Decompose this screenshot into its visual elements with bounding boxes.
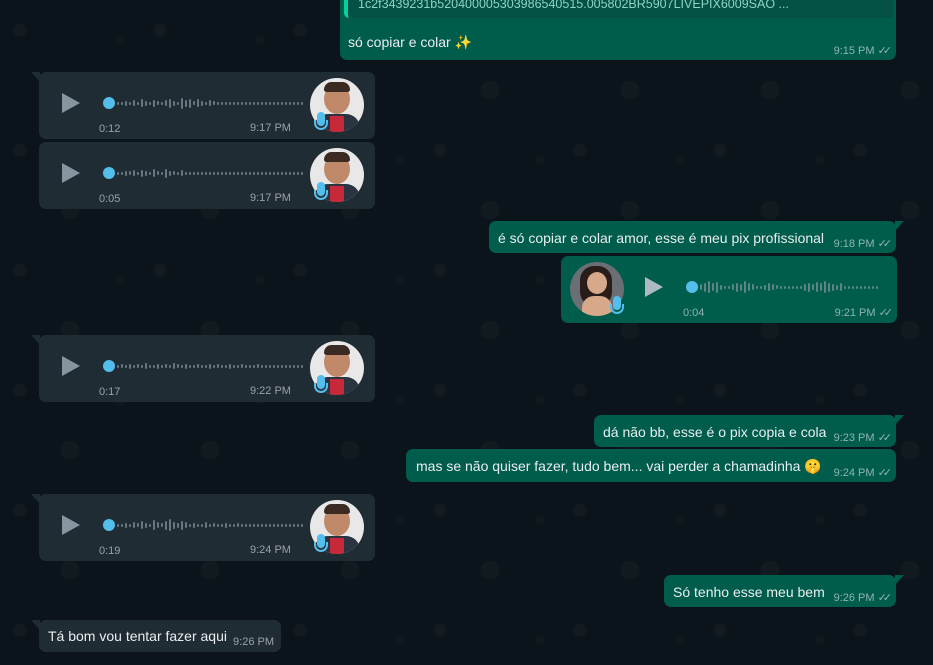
- audio-duration: 0:05: [99, 193, 121, 205]
- message-meta: 9:26 PM: [233, 636, 274, 648]
- audio-duration: 0:19: [99, 545, 121, 557]
- message-bubble-incoming[interactable]: Tá bom vou tentar fazer aqui 9:26 PM: [31, 620, 281, 652]
- audio-progress-handle[interactable]: [103, 519, 115, 531]
- message-time: 9:26 PM: [833, 591, 875, 604]
- microphone-icon: [314, 534, 328, 552]
- message-meta: 9:24 PM ✓✓: [833, 466, 893, 480]
- message-time: 9:24 PM: [250, 544, 291, 556]
- message-time: 9:17 PM: [250, 192, 291, 204]
- message-text: Só tenho esse meu bem: [673, 584, 825, 600]
- double-check-icon: ✓✓: [877, 432, 893, 444]
- microphone-icon: [610, 296, 624, 314]
- audio-progress-handle[interactable]: [103, 360, 115, 372]
- message-bubble-outgoing[interactable]: é só copiar e colar amor, esse é meu pix…: [489, 221, 904, 253]
- audio-message-incoming[interactable]: 0:12 9:17 PM: [31, 72, 375, 139]
- message-meta: 9:17 PM: [250, 192, 291, 204]
- play-icon[interactable]: [62, 515, 80, 535]
- message-time: 9:26 PM: [233, 636, 274, 648]
- double-check-icon: ✓✓: [877, 238, 893, 250]
- message-meta: 9:23 PM ✓✓: [833, 431, 893, 445]
- audio-duration: 0:04: [683, 307, 705, 319]
- message-meta: 9:21 PM ✓✓: [834, 306, 894, 320]
- audio-message-incoming[interactable]: 0:05 9:17 PM: [39, 142, 375, 209]
- message-time: 9:17 PM: [250, 122, 291, 134]
- message-time: 9:23 PM: [833, 431, 875, 444]
- message-meta: 9:15 PM ✓✓: [833, 44, 893, 58]
- double-check-icon: ✓✓: [877, 592, 893, 604]
- message-meta: 9:26 PM ✓✓: [833, 591, 893, 605]
- message-text: é só copiar e colar amor, esse é meu pix…: [498, 230, 825, 246]
- audio-message-outgoing[interactable]: 0:04 9:21 PM ✓✓: [561, 256, 897, 323]
- quoted-message[interactable]: 1c2f3439231b52040000530398654051​5.00580…: [344, 0, 893, 18]
- message-text: dá não bb, esse é o pix copia e cola: [603, 424, 827, 440]
- message-bubble-outgoing[interactable]: Só tenho esse meu bem 9:26 PM ✓✓: [664, 575, 904, 607]
- double-check-icon: ✓✓: [877, 45, 893, 57]
- play-icon[interactable]: [645, 277, 663, 297]
- message-meta: 9:17 PM: [250, 122, 291, 134]
- audio-waveform[interactable]: [117, 518, 303, 532]
- audio-progress-handle[interactable]: [103, 167, 115, 179]
- message-text: só copiar e colar ✨: [348, 34, 473, 50]
- play-icon[interactable]: [62, 93, 80, 113]
- message-time: 9:15 PM: [833, 44, 875, 57]
- message-time: 9:22 PM: [250, 385, 291, 397]
- audio-progress-handle[interactable]: [686, 281, 698, 293]
- audio-progress-handle[interactable]: [103, 97, 115, 109]
- message-time: 9:21 PM: [834, 306, 876, 319]
- microphone-icon: [314, 375, 328, 393]
- audio-waveform[interactable]: [117, 166, 303, 180]
- message-meta: 9:18 PM ✓✓: [833, 237, 893, 251]
- audio-message-incoming[interactable]: 0:17 9:22 PM: [31, 335, 375, 402]
- message-text: mas se não quiser fazer, tudo bem... vai…: [416, 458, 822, 474]
- message-bubble-outgoing[interactable]: mas se não quiser fazer, tudo bem... vai…: [406, 449, 896, 482]
- audio-waveform[interactable]: [117, 359, 303, 373]
- message-time: 9:24 PM: [833, 466, 875, 479]
- play-icon[interactable]: [62, 163, 80, 183]
- audio-message-incoming[interactable]: 0:19 9:24 PM: [31, 494, 375, 561]
- message-time: 9:18 PM: [833, 237, 875, 250]
- audio-waveform[interactable]: [700, 280, 878, 294]
- message-bubble-outgoing[interactable]: dá não bb, esse é o pix copia e cola 9:2…: [594, 415, 904, 447]
- microphone-icon: [314, 112, 328, 130]
- quoted-text: 1c2f3439231b52040000530398654051​5.00580…: [358, 0, 789, 11]
- message-meta: 9:24 PM: [250, 544, 291, 556]
- audio-duration: 0:17: [99, 386, 121, 398]
- audio-waveform[interactable]: [117, 96, 303, 110]
- double-check-icon: ✓✓: [877, 467, 893, 479]
- message-bubble-outgoing[interactable]: 1c2f3439231b52040000530398654051​5.00580…: [340, 0, 896, 60]
- message-text: Tá bom vou tentar fazer aqui: [48, 628, 227, 644]
- message-meta: 9:22 PM: [250, 385, 291, 397]
- audio-duration: 0:12: [99, 123, 121, 135]
- double-check-icon: ✓✓: [878, 307, 894, 319]
- play-icon[interactable]: [62, 356, 80, 376]
- microphone-icon: [314, 182, 328, 200]
